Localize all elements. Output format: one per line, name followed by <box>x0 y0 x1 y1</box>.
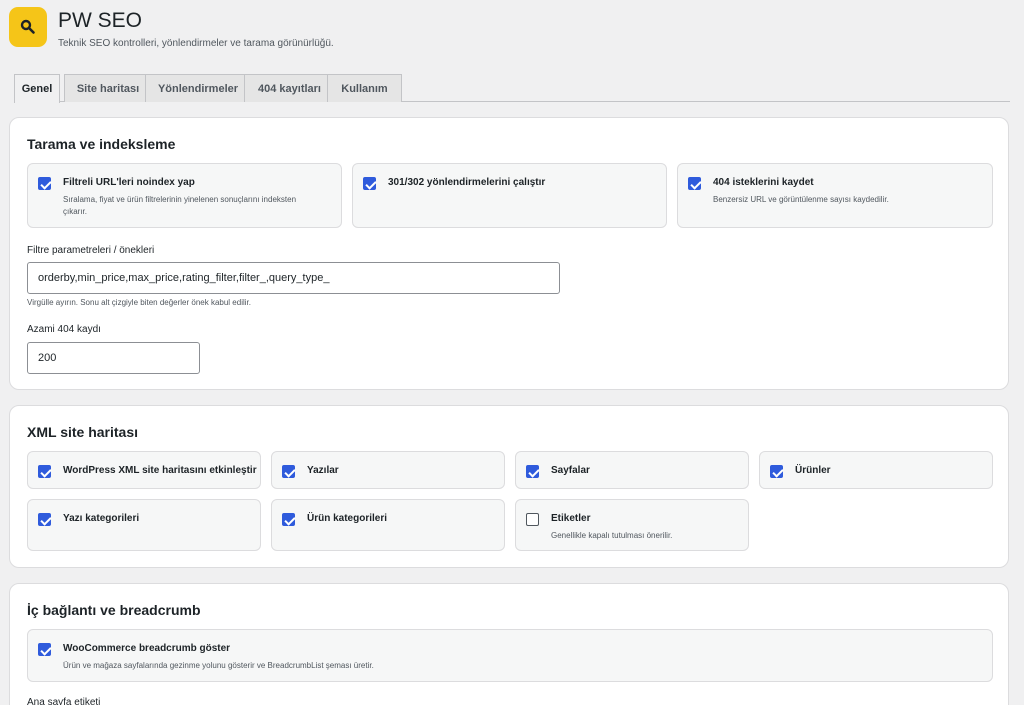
crawl-card: Tarama ve indeksleme Filtreli URL'leri n… <box>9 117 1009 390</box>
checkbox-unchecked[interactable] <box>526 513 539 526</box>
option-products[interactable]: Ürünler <box>759 451 993 489</box>
option-label: Etiketler <box>551 513 591 524</box>
option-label: 404 isteklerini kaydet <box>713 177 814 188</box>
filter-params-input[interactable] <box>27 262 560 294</box>
option-label: Yazılar <box>307 465 339 476</box>
max-404-label: Azami 404 kaydı <box>27 324 101 335</box>
checkbox-checked[interactable] <box>282 465 295 478</box>
checkbox-checked[interactable] <box>38 643 51 656</box>
filter-params-help: Virgülle ayırın. Sonu alt çizgiyle biten… <box>27 298 251 307</box>
option-label: Filtreli URL'leri noindex yap <box>63 177 195 188</box>
app-title: PW SEO <box>58 9 143 32</box>
option-post-categories[interactable]: Yazı kategorileri <box>27 499 261 551</box>
checkbox-checked[interactable] <box>363 177 376 190</box>
checkbox-checked[interactable] <box>688 177 701 190</box>
sitemap-card: XML site haritası WordPress XML site har… <box>9 405 1009 568</box>
checkbox-checked[interactable] <box>282 513 295 526</box>
option-woo-breadcrumb[interactable]: WooCommerce breadcrumb göster Ürün ve ma… <box>27 629 993 682</box>
option-label: Yazı kategorileri <box>63 513 140 524</box>
page-header: PW SEO Teknik SEO kontrolleri, yönlendir… <box>9 7 334 51</box>
filter-params-label: Filtre parametreleri / önekleri <box>27 245 155 256</box>
breadcrumb-card: İç bağlantı ve breadcrumb WooCommerce br… <box>9 583 1009 705</box>
option-label: Sayfalar <box>551 465 590 476</box>
crawl-card-title: Tarama ve indeksleme <box>27 136 176 152</box>
option-label: WordPress XML site haritasını etkinleşti… <box>63 465 257 476</box>
option-label: Ürünler <box>795 465 831 476</box>
search-icon <box>20 19 35 34</box>
checkbox-checked[interactable] <box>770 465 783 478</box>
sitemap-card-title: XML site haritası <box>27 424 139 440</box>
home-label-label: Ana sayfa etiketi <box>27 697 101 705</box>
tab-site-haritasi[interactable]: Site haritası <box>64 74 152 102</box>
checkbox-checked[interactable] <box>38 513 51 526</box>
option-log-404[interactable]: 404 isteklerini kaydet Benzersiz URL ve … <box>677 163 993 228</box>
option-label: Ürün kategorileri <box>307 513 388 524</box>
option-desc: Ürün ve mağaza sayfalarında gezinme yolu… <box>63 661 374 670</box>
option-noindex-filtered[interactable]: Filtreli URL'leri noindex yap Sıralama, … <box>27 163 342 228</box>
option-posts[interactable]: Yazılar <box>271 451 505 489</box>
tab-404-kayitlari[interactable]: 404 kayıtları <box>244 74 335 102</box>
tab-yonlendirmeler[interactable]: Yönlendirmeler <box>145 74 251 102</box>
option-run-redirects[interactable]: 301/302 yönlendirmelerini çalıştır <box>352 163 667 228</box>
checkbox-checked[interactable] <box>526 465 539 478</box>
option-tags[interactable]: Etiketler Genellikle kapalı tutulması ön… <box>515 499 749 551</box>
option-label: 301/302 yönlendirmelerini çalıştır <box>388 177 546 188</box>
option-enable-sitemap[interactable]: WordPress XML site haritasını etkinleşti… <box>27 451 261 489</box>
tab-kullanim[interactable]: Kullanım <box>327 74 402 102</box>
app-logo <box>9 7 47 47</box>
option-product-categories[interactable]: Ürün kategorileri <box>271 499 505 551</box>
option-desc: Benzersiz URL ve görüntülenme sayısı kay… <box>713 195 889 204</box>
max-404-input[interactable] <box>27 342 200 374</box>
tab-bar: Genel Site haritası Yönlendirmeler 404 k… <box>14 74 1010 103</box>
app-subtitle: Teknik SEO kontrolleri, yönlendirmeler v… <box>58 38 334 49</box>
breadcrumb-card-title: İç bağlantı ve breadcrumb <box>27 602 201 618</box>
option-pages[interactable]: Sayfalar <box>515 451 749 489</box>
checkbox-checked[interactable] <box>38 177 51 190</box>
checkbox-checked[interactable] <box>38 465 51 478</box>
option-label: WooCommerce breadcrumb göster <box>63 643 231 654</box>
tab-genel[interactable]: Genel <box>14 74 60 103</box>
option-desc: Genellikle kapalı tutulması önerilir. <box>551 531 673 540</box>
option-desc: Sıralama, fiyat ve ürün filtrelerinin yi… <box>63 195 297 216</box>
